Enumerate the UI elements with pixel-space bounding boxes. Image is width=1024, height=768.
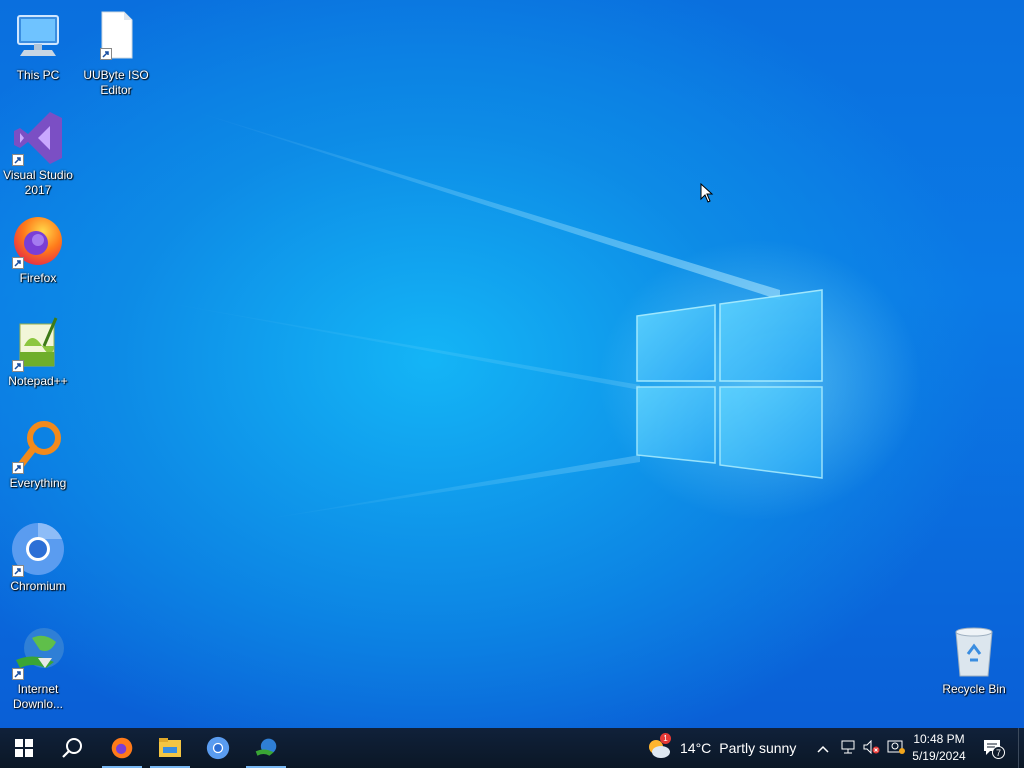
windows-start-icon [15, 739, 33, 757]
weather-condition: Partly sunny [719, 740, 797, 756]
taskbar-file-explorer-button[interactable] [146, 728, 194, 768]
weather-alert-badge: 1 [660, 733, 671, 744]
visual-studio-icon [10, 110, 66, 166]
firefox-icon [111, 737, 133, 759]
wallpaper-rays [150, 110, 780, 520]
uubyte-iso-editor-desktop-icon[interactable]: UUByte ISO Editor [78, 10, 154, 98]
internet-download-manager-icon [255, 738, 277, 756]
computer-icon [10, 10, 66, 66]
taskbar-internet-download-manager-button[interactable] [242, 728, 290, 768]
icon-label: Recycle Bin [942, 682, 1006, 696]
weather-temperature: 14°C [680, 740, 712, 756]
shortcut-arrow-icon [100, 48, 112, 60]
magnifier-icon [10, 418, 66, 474]
weather-widget[interactable]: 1 14°C Partly sunny [646, 728, 796, 768]
this-pc-desktop-icon[interactable]: This PC [0, 10, 76, 83]
partly-sunny-icon: 1 [646, 733, 672, 761]
network-icon[interactable] [836, 740, 860, 757]
shortcut-arrow-icon [12, 462, 24, 474]
recycle-bin-desktop-icon[interactable]: Recycle Bin [936, 624, 1012, 697]
notepad-plus-plus-desktop-icon[interactable]: Notepad++ [0, 316, 76, 389]
show-desktop-button[interactable] [1018, 728, 1024, 768]
icon-label: Internet Downlo... [12, 682, 64, 711]
system-tray [814, 728, 908, 768]
chromium-icon [10, 521, 66, 577]
file-explorer-icon [159, 738, 181, 757]
shortcut-arrow-icon [12, 154, 24, 166]
chromium-desktop-icon[interactable]: Chromium [0, 521, 76, 594]
visual-studio-2017-desktop-icon[interactable]: Visual Studio 2017 [0, 110, 76, 198]
icon-label: Firefox [19, 271, 57, 285]
everything-desktop-icon[interactable]: Everything [0, 418, 76, 491]
search-icon [62, 738, 82, 758]
windows-logo-wallpaper [636, 289, 823, 479]
icon-label: UUByte ISO Editor [83, 68, 149, 97]
clock[interactable]: 10:48 PM 5/19/2024 [900, 731, 978, 765]
clock-date: 5/19/2024 [912, 749, 966, 763]
mouse-pointer-icon [700, 183, 714, 203]
recycle-bin-icon [946, 624, 1002, 680]
notepad-plus-plus-icon [10, 316, 66, 372]
search-button[interactable] [48, 728, 96, 768]
taskbar-chromium-button[interactable] [194, 728, 242, 768]
icon-label: Notepad++ [8, 374, 68, 388]
notification-icon: 7 [982, 738, 1005, 759]
icon-label: This PC [16, 68, 60, 82]
chromium-icon [206, 736, 230, 760]
notification-count-badge: 7 [992, 746, 1005, 759]
shortcut-arrow-icon [12, 565, 24, 577]
icon-label: Chromium [10, 579, 66, 593]
taskbar-firefox-button[interactable] [98, 728, 146, 768]
taskbar: 1 14°C Partly sunny 10:48 PM 5/19/2024 7 [0, 728, 1024, 768]
shortcut-arrow-icon [12, 668, 24, 680]
desktop-background[interactable]: This PC UUByte ISO Editor Visual Studio … [0, 0, 1024, 728]
action-center-button[interactable]: 7 [982, 728, 1005, 768]
globe-download-icon [10, 624, 66, 680]
firefox-desktop-icon[interactable]: Firefox [0, 213, 76, 286]
shortcut-arrow-icon [12, 360, 24, 372]
clock-time: 10:48 PM [913, 732, 965, 746]
icon-label: Everything [9, 476, 67, 490]
shortcut-arrow-icon [12, 257, 24, 269]
volume-muted-icon[interactable] [860, 739, 884, 757]
start-button[interactable] [0, 728, 48, 768]
blank-document-icon [88, 10, 144, 66]
show-hidden-icons-chevron-icon[interactable] [814, 740, 832, 756]
firefox-icon [10, 213, 66, 269]
icon-label: Visual Studio 2017 [3, 168, 73, 197]
internet-download-manager-desktop-icon[interactable]: Internet Downlo... [0, 624, 76, 712]
